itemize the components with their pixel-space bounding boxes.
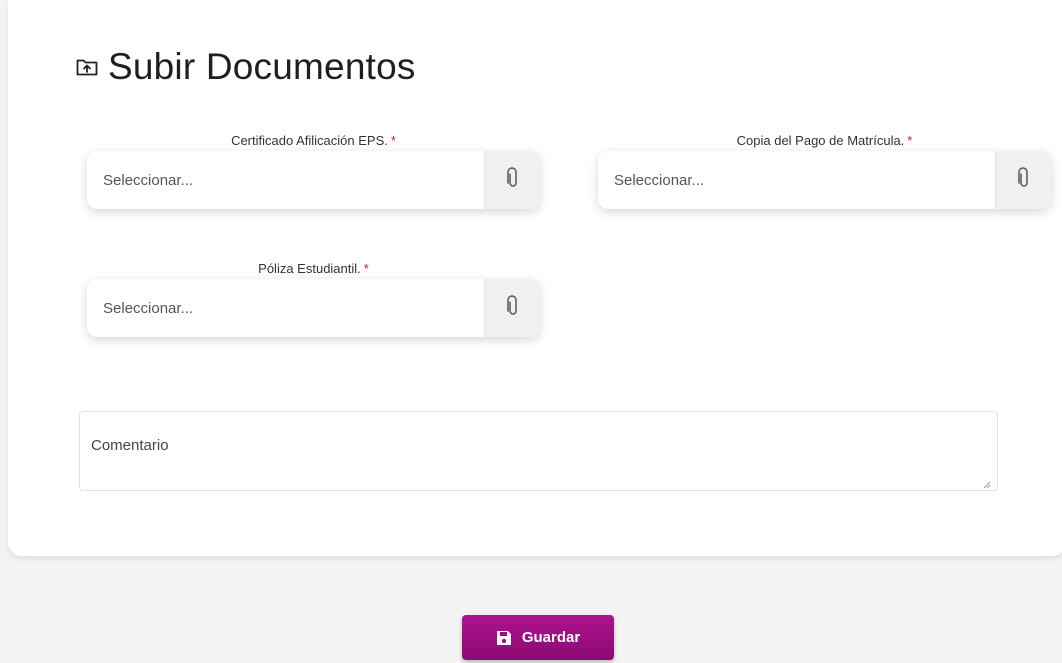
floppy-disk-icon (496, 630, 512, 646)
file-input-placeholder: Seleccionar... (103, 171, 194, 189)
resize-handle-icon[interactable] (983, 476, 991, 489)
required-asterisk: * (363, 261, 369, 276)
page-title-text: Subir Documentos (108, 46, 416, 87)
field-label: Póliza Estudiantil. * (258, 261, 369, 276)
folder-upload-icon (76, 56, 98, 78)
attach-button[interactable] (995, 151, 1051, 209)
comment-placeholder: Comentario (91, 437, 169, 454)
field-certificado-eps: Certificado Afilicación EPS. * Selecciona… (87, 133, 540, 213)
file-input-placeholder: Seleccionar... (614, 171, 705, 189)
file-input-pago-matricula[interactable]: Seleccionar... (598, 151, 1051, 209)
file-input-placeholder: Seleccionar... (103, 299, 194, 317)
required-asterisk: * (907, 133, 913, 148)
attach-button[interactable] (484, 279, 540, 337)
field-pago-matricula: Copia del Pago de Matrícula. * Selecciona… (598, 133, 1051, 213)
comment-textarea[interactable]: Comentario (79, 411, 998, 491)
file-input-poliza-estudiantil[interactable]: Seleccionar... (87, 279, 540, 337)
required-asterisk: * (390, 133, 396, 148)
paperclip-icon (506, 166, 519, 194)
attach-button[interactable] (484, 151, 540, 209)
field-label: Certificado Afilicación EPS. * (231, 133, 396, 148)
field-poliza-estudiantil: Póliza Estudiantil. * Seleccionar... (87, 261, 540, 341)
save-button[interactable]: Guardar (462, 615, 614, 660)
paperclip-icon (1017, 166, 1030, 194)
paperclip-icon (506, 294, 519, 322)
save-button-label: Guardar (521, 629, 581, 646)
page-title: Subir Documentos (76, 46, 416, 88)
field-label: Copia del Pago de Matrícula. * (736, 133, 913, 148)
file-input-certificado-eps[interactable]: Seleccionar... (87, 151, 540, 209)
